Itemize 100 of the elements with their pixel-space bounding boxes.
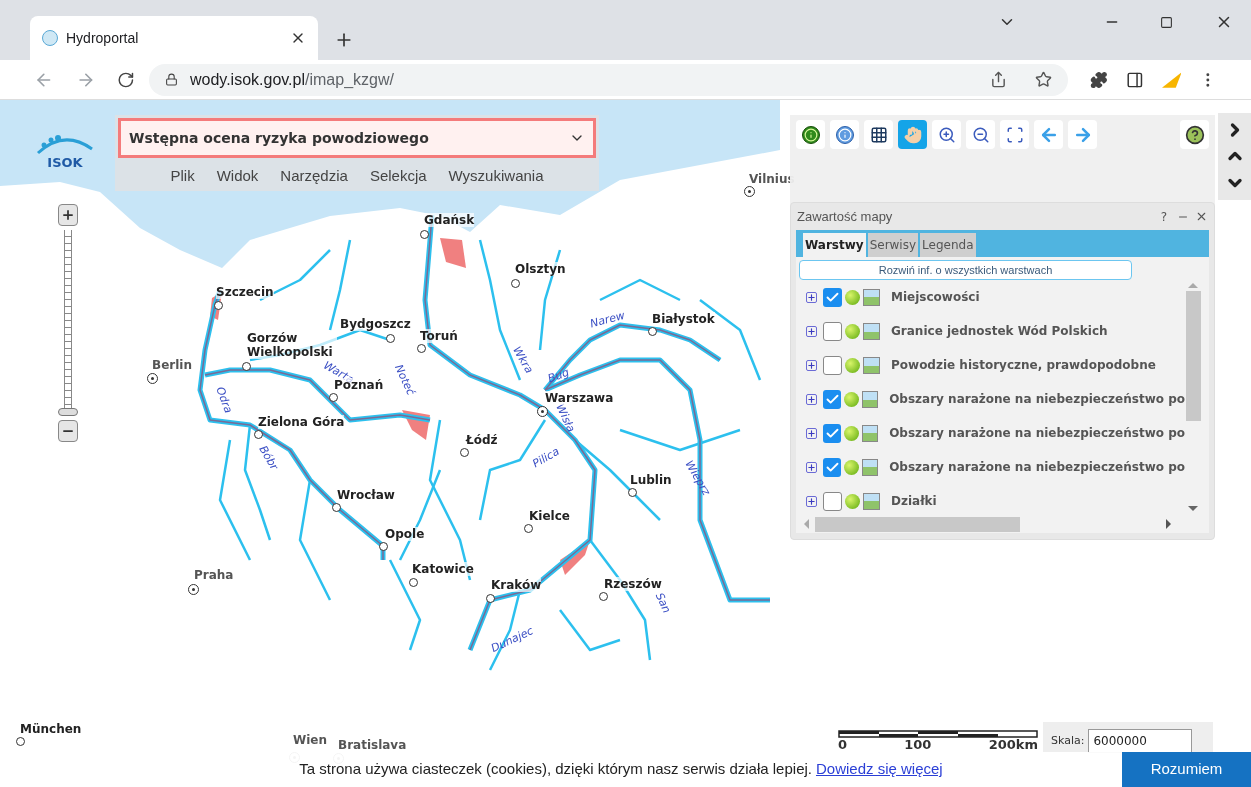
browser-tab[interactable]: Hydroportal <box>30 16 318 60</box>
river-label: San <box>651 590 675 617</box>
scale-field-label: Skala: <box>1051 732 1085 749</box>
city-label: Bratislava <box>338 738 407 752</box>
layer-name[interactable]: Miejscowości <box>891 288 980 306</box>
map-selector[interactable]: Wstępna ocena ryzyka powodziowego <box>118 118 596 158</box>
reload-icon[interactable] <box>117 70 135 89</box>
menu-item[interactable]: Narzędzia <box>280 164 348 188</box>
scale-input[interactable]: 6000000 <box>1088 729 1193 753</box>
layer-checkbox[interactable] <box>823 389 842 409</box>
expand-icon[interactable] <box>806 495 817 507</box>
tool-button[interactable] <box>966 120 995 149</box>
layer-checkbox[interactable] <box>823 457 842 477</box>
layer-name[interactable]: Obszary narażone na niebezpieczeństwo po <box>889 458 1185 476</box>
layer-name[interactable]: Działki <box>891 492 937 510</box>
tool-button[interactable] <box>864 120 893 149</box>
expand-icon[interactable] <box>806 461 817 473</box>
layer-thumbnail-icon <box>863 492 880 510</box>
expand-icon[interactable] <box>806 393 817 405</box>
zoom-in-button[interactable] <box>58 204 78 226</box>
help-button[interactable] <box>1180 120 1209 149</box>
share-icon[interactable] <box>990 71 1008 88</box>
city-label: München <box>20 722 82 736</box>
layer-thumbnail-icon <box>861 458 879 476</box>
city-marker-icon <box>409 578 418 587</box>
city-label: Wien <box>293 733 328 747</box>
extensions-icon[interactable] <box>1090 70 1108 89</box>
panel-tab[interactable]: Serwisy <box>867 233 919 257</box>
layer-checkbox[interactable] <box>823 287 842 307</box>
city-label: Olsztyn <box>515 262 566 276</box>
expand-icon[interactable] <box>806 291 817 303</box>
menu-item[interactable]: Widok <box>216 164 259 188</box>
city-marker-icon <box>648 327 657 336</box>
capital-marker-icon <box>744 186 755 197</box>
menu-item[interactable]: Wyszukiwania <box>448 164 544 188</box>
menu-item[interactable]: Selekcja <box>369 164 427 188</box>
select-area-icon <box>869 125 888 144</box>
river-label: Narew <box>588 307 627 333</box>
layer-checkbox[interactable] <box>823 355 842 375</box>
zoom-in-icon <box>937 125 956 144</box>
flood-area <box>440 238 466 268</box>
city-marker-icon <box>254 430 263 439</box>
learn-more-link[interactable]: Dowiedz się więcej <box>816 758 943 781</box>
city-label: Gorzów Wielkopolski <box>247 331 337 359</box>
city-marker-icon <box>16 737 25 746</box>
city-marker-icon <box>486 594 495 603</box>
expand-icon[interactable] <box>806 359 817 371</box>
flood-area <box>402 410 430 440</box>
tool-button[interactable] <box>1000 120 1029 149</box>
layer-checkbox[interactable] <box>823 491 842 511</box>
bookmark-star-icon[interactable] <box>1035 71 1053 88</box>
city-label: Białystok <box>652 312 715 326</box>
layer-checkbox[interactable] <box>823 423 842 443</box>
layer-name[interactable]: Granice jednostek Wód Polskich <box>891 322 1108 340</box>
menu-item[interactable]: Plik <box>170 164 195 188</box>
city-marker-icon <box>417 344 426 353</box>
capital-marker-icon <box>147 373 158 384</box>
city-marker-icon <box>628 488 637 497</box>
tool-button[interactable] <box>796 120 825 149</box>
help-button[interactable]: ? <box>1160 207 1167 226</box>
close-icon[interactable] <box>1195 210 1208 223</box>
city-label: Katowice <box>412 562 474 576</box>
plus-icon <box>61 208 75 222</box>
city-marker-icon <box>386 334 395 343</box>
expand-icon[interactable] <box>806 427 817 439</box>
tool-button[interactable] <box>932 120 961 149</box>
city-label: Wrocław <box>337 488 395 502</box>
city-marker-icon <box>379 542 388 551</box>
city-marker-icon <box>329 393 338 402</box>
url-text: wody.isok.gov.pl/imap_kzgw/ <box>190 69 394 90</box>
zoom-out-button[interactable] <box>58 420 78 442</box>
panel-tab[interactable]: Legenda <box>920 233 976 257</box>
city-marker-icon <box>511 279 520 288</box>
expand-all-button[interactable]: Rozwiń inf. o wszystkich warstwach <box>799 260 1132 280</box>
zoom-slider-thumb[interactable] <box>58 408 78 417</box>
help-icon <box>1184 124 1205 145</box>
city-label: Opole <box>385 527 425 541</box>
zoom-out-icon <box>971 125 990 144</box>
cookie-text: Ta strona używa ciasteczek (cookies), dzięki którym nasz serwis działa lepiej. <box>299 759 812 780</box>
city-label: Praha <box>194 568 234 582</box>
capital-marker-icon <box>188 584 199 595</box>
waves-logo-icon <box>36 133 94 155</box>
city-marker-icon <box>242 362 251 371</box>
accept-button[interactable]: Rozumiem <box>1122 752 1251 787</box>
side-panel-icon[interactable] <box>1126 70 1144 89</box>
layer-name[interactable]: Obszary narażone na niebezpieczeństwo po <box>889 424 1185 442</box>
city-label: Kraków <box>491 578 542 592</box>
panel-tab[interactable]: Warstwy <box>803 233 866 257</box>
layer-checkbox[interactable] <box>823 321 842 341</box>
scale-label: 200km <box>988 738 1038 752</box>
tab-title: Hydroportal <box>66 28 139 48</box>
layer-thumbnail-icon <box>863 322 880 340</box>
layer-thumbnail-icon <box>861 424 879 442</box>
layer-name[interactable]: Obszary narażone na niebezpieczeństwo po <box>889 390 1185 408</box>
layer-name[interactable]: Powodzie historyczne, prawdopodobne <box>891 356 1156 374</box>
layer-thumbnail-icon <box>863 288 880 306</box>
maximize-icon[interactable] <box>1160 15 1173 29</box>
address-bar[interactable]: wody.isok.gov.pl/imap_kzgw/ <box>149 63 1069 96</box>
city-marker-icon <box>524 524 533 533</box>
expand-icon[interactable] <box>806 325 817 337</box>
